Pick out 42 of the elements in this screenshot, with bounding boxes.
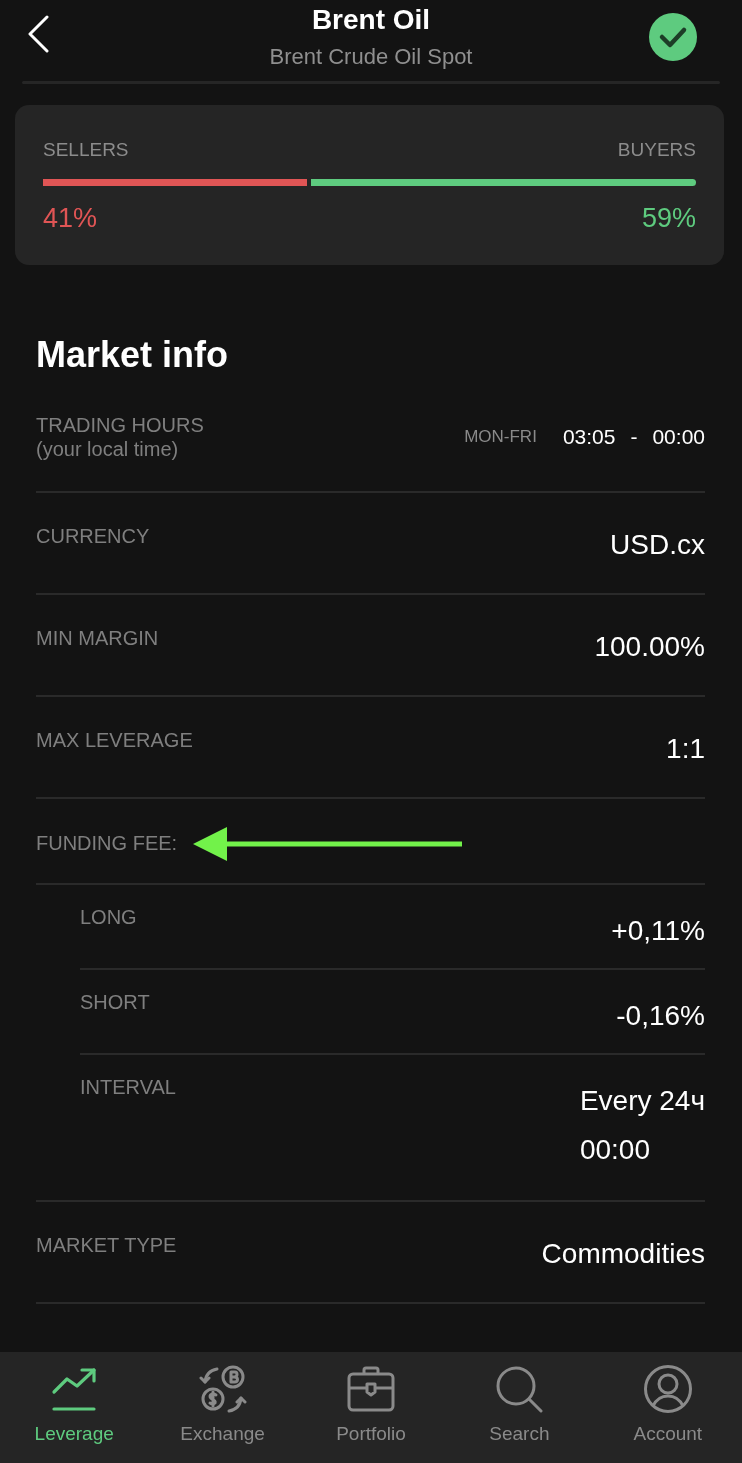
user-circle-icon [643,1365,692,1413]
chevron-left-icon [27,15,49,53]
field-label: MAX LEVERAGE [36,728,193,753]
end-time: 00:00 [652,424,705,450]
field-label: LONG [80,905,137,930]
field-label: SHORT [80,990,150,1015]
field-value: +0,11% [611,914,705,948]
page-title: Brent Oil [311,3,431,37]
nav-tab[interactable]: Search [445,1352,594,1463]
back-button[interactable] [26,14,50,54]
trend-chart-icon [50,1365,99,1413]
field-value: USD.cx [610,528,705,562]
days-label: MON-FRI [464,427,537,447]
field-value: 100.00% [594,630,705,664]
coin-exchange-icon [198,1365,247,1413]
field-value: 00:00 [579,1133,650,1167]
nav-tab[interactable]: Account [593,1352,742,1463]
search-icon [495,1365,544,1413]
section-title: Market info [36,333,230,377]
sellers-percent: 41% [43,202,98,234]
field-label: TRADING HOURS [36,413,204,437]
buyers-percent: 59% [641,202,696,234]
field-label: INTERVAL [80,1075,176,1100]
time-separator: - [630,424,638,450]
sellers-label: SELLERS [43,138,129,161]
nav-tab[interactable]: Exchange [148,1352,297,1463]
field-value: Commodities [541,1237,705,1271]
briefcase-icon [347,1365,395,1413]
nav-tab[interactable]: Leverage [0,1352,149,1463]
field-label: MARKET TYPE [36,1233,177,1258]
buyers-label: BUYERS [617,138,696,161]
page-subtitle: Brent Crude Oil Spot [269,43,473,71]
start-time: 03:05 [562,424,616,450]
check-circle-icon[interactable] [649,13,697,61]
field-note: (your local time) [36,437,180,461]
field-label: CURRENCY [36,524,150,549]
nav-tab[interactable]: Portfolio [296,1352,446,1463]
field-value: Every 24ч [579,1084,705,1118]
field-label: MIN MARGIN [36,626,159,651]
field-value: 1:1 [666,732,705,766]
field-value: -0,16% [616,999,705,1033]
field-label: FUNDING FEE: [36,831,178,856]
